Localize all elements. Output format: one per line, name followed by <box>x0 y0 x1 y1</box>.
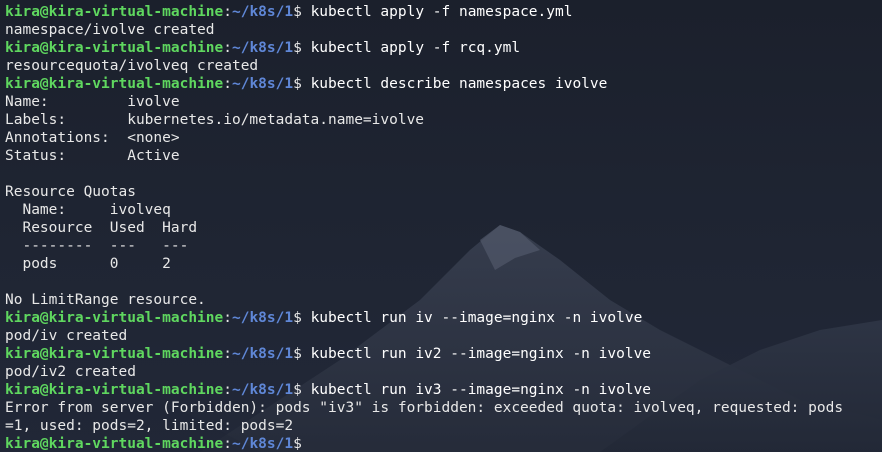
prompt-separator: : <box>223 436 232 452</box>
prompt-symbol: $ <box>293 40 302 56</box>
output-line: -------- --- --- <box>5 238 189 254</box>
output-line: Name: ivolve <box>5 94 180 110</box>
prompt-separator: : <box>223 76 232 92</box>
output-line: pods 0 2 <box>5 256 171 272</box>
text-cursor <box>311 435 319 451</box>
prompt-separator: : <box>223 4 232 20</box>
command-text: kubectl run iv3 --image=nginx -n ivolve <box>310 382 652 398</box>
prompt-user-host: kira@kira-virtual-machine <box>5 346 224 362</box>
prompt-path: ~/k8s/1 <box>231 310 294 326</box>
output-line: =1, used: pods=2, limited: pods=2 <box>5 418 294 434</box>
prompt-symbol: $ <box>293 4 302 20</box>
prompt-separator: : <box>223 382 232 398</box>
prompt-line: kira@kira-virtual-machine:~/k8s/1$ kubec… <box>5 39 882 57</box>
prompt-user-host: kira@kira-virtual-machine <box>5 382 224 398</box>
prompt-path: ~/k8s/1 <box>231 346 294 362</box>
prompt-path: ~/k8s/1 <box>231 382 294 398</box>
prompt-separator: : <box>223 310 232 326</box>
output-line: pod/iv created <box>5 328 128 344</box>
prompt-line: kira@kira-virtual-machine:~/k8s/1$ kubec… <box>5 381 882 399</box>
prompt-symbol: $ <box>293 346 302 362</box>
output-line: Name: ivolveq <box>5 202 171 218</box>
prompt-user-host: kira@kira-virtual-machine <box>5 310 224 326</box>
command-text: kubectl describe namespaces ivolve <box>310 76 608 92</box>
prompt-user-host: kira@kira-virtual-machine <box>5 436 224 452</box>
terminal-output[interactable]: kira@kira-virtual-machine:~/k8s/1$ kubec… <box>5 3 882 452</box>
output-line: Resource Used Hard <box>5 220 198 236</box>
output-line: Status: Active <box>5 148 180 164</box>
prompt-symbol: $ <box>293 382 302 398</box>
prompt-line: kira@kira-virtual-machine:~/k8s/1$ kubec… <box>5 3 882 21</box>
prompt-line: kira@kira-virtual-machine:~/k8s/1$ kubec… <box>5 309 882 327</box>
output-line: Error from server (Forbidden): pods "iv3… <box>5 400 844 416</box>
prompt-symbol: $ <box>293 310 302 326</box>
output-line: No LimitRange resource. <box>5 292 206 308</box>
prompt-path: ~/k8s/1 <box>231 40 294 56</box>
command-text: kubectl run iv --image=nginx -n ivolve <box>310 310 643 326</box>
terminal-window[interactable]: kira@kira-virtual-machine:~/k8s/1$ kubec… <box>0 0 882 452</box>
output-line: Annotations: <none> <box>5 130 180 146</box>
command-text: kubectl run iv2 --image=nginx -n ivolve <box>310 346 652 362</box>
prompt-line: kira@kira-virtual-machine:~/k8s/1$ <box>5 435 882 452</box>
prompt-separator: : <box>223 346 232 362</box>
prompt-line: kira@kira-virtual-machine:~/k8s/1$ kubec… <box>5 345 882 363</box>
prompt-line: kira@kira-virtual-machine:~/k8s/1$ kubec… <box>5 75 882 93</box>
output-line: pod/iv2 created <box>5 364 136 380</box>
prompt-symbol: $ <box>293 436 302 452</box>
command-text: kubectl apply -f namespace.yml <box>310 4 573 20</box>
prompt-user-host: kira@kira-virtual-machine <box>5 76 224 92</box>
prompt-path: ~/k8s/1 <box>231 4 294 20</box>
output-line: Resource Quotas <box>5 184 136 200</box>
prompt-symbol: $ <box>293 76 302 92</box>
output-line: namespace/ivolve created <box>5 22 215 38</box>
prompt-separator: : <box>223 40 232 56</box>
prompt-user-host: kira@kira-virtual-machine <box>5 4 224 20</box>
prompt-path: ~/k8s/1 <box>231 436 294 452</box>
prompt-path: ~/k8s/1 <box>231 76 294 92</box>
output-line: Labels: kubernetes.io/metadata.name=ivol… <box>5 112 425 128</box>
prompt-user-host: kira@kira-virtual-machine <box>5 40 224 56</box>
command-text: kubectl apply -f rcq.yml <box>310 40 521 56</box>
output-line: resourcequota/ivolveq created <box>5 58 259 74</box>
